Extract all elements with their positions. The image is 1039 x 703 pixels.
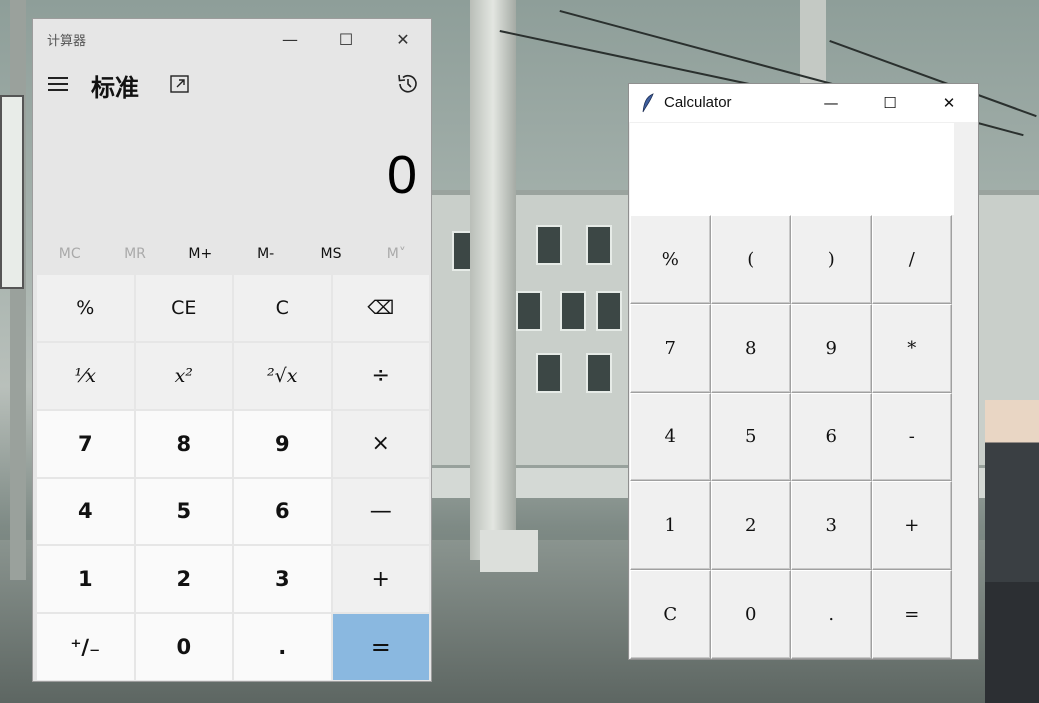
- close-button[interactable]: ✕: [375, 19, 431, 59]
- minimize-icon: —: [282, 29, 298, 49]
- digit-4-button[interactable]: 4: [37, 478, 134, 545]
- digit-3-button[interactable]: 3: [234, 546, 331, 613]
- decimal-button[interactable]: .: [234, 614, 331, 680]
- memory-row: MC MR M+ M- MS M˅: [37, 239, 429, 269]
- calculator-header: 标准: [33, 63, 431, 107]
- digit-6-button[interactable]: 6: [234, 478, 331, 545]
- digit-1-button[interactable]: 1: [37, 546, 134, 613]
- memory-button[interactable]: MS: [298, 239, 363, 269]
- clear-entry-button[interactable]: CE: [135, 275, 232, 341]
- digit-8-button[interactable]: 8: [710, 303, 791, 393]
- keep-on-top-icon[interactable]: [169, 73, 191, 95]
- digit-2-button[interactable]: 2: [135, 546, 232, 613]
- close-button[interactable]: ✕: [920, 84, 978, 122]
- reciprocal-button[interactable]: ¹⁄x: [37, 342, 134, 409]
- open-paren-button[interactable]: (: [710, 215, 791, 304]
- feather-icon: [642, 93, 654, 113]
- maximize-button[interactable]: ☐: [861, 84, 919, 122]
- divide-button[interactable]: ÷: [332, 342, 429, 409]
- divide-button[interactable]: /: [871, 215, 952, 304]
- windows-calculator-window: 计算器 — ☐ ✕ 标准 0 MC MR M+ M- MS M˅ % CE C ⌫ ¹⁄x x² ²√…: [32, 18, 432, 682]
- equals-button[interactable]: =: [332, 614, 429, 680]
- memory-button[interactable]: M+: [168, 239, 233, 269]
- square-root-button[interactable]: ²√x: [234, 342, 331, 409]
- percent-button[interactable]: %: [37, 275, 134, 341]
- digit-4-button[interactable]: 4: [630, 392, 711, 482]
- background-pole: [800, 0, 826, 83]
- maximize-button[interactable]: ☐: [318, 19, 374, 59]
- decimal-button[interactable]: .: [791, 570, 872, 659]
- clear-button[interactable]: C: [234, 275, 331, 341]
- keypad: %()/ 7 8 9 * 4 5 6- 1 2 3 + C 0. =: [630, 215, 952, 659]
- background-pole: [10, 0, 26, 580]
- building-window: [516, 291, 542, 331]
- digit-0-button[interactable]: 0: [710, 570, 791, 659]
- memory-button[interactable]: M˅: [364, 239, 429, 269]
- maximize-icon: ☐: [883, 94, 897, 112]
- keypad: % CE C ⌫ ¹⁄x x² ²√x ÷ 7 8 9 × 4 5 6— 1 2 3 + ⁺∕₋ 0. =: [37, 275, 429, 680]
- building-window: [560, 291, 586, 331]
- digit-9-button[interactable]: 9: [791, 303, 872, 393]
- background-person: [985, 400, 1039, 703]
- digit-0-button[interactable]: 0: [135, 614, 232, 680]
- backspace-button[interactable]: ⌫: [332, 275, 429, 341]
- mode-title: 标准: [91, 74, 139, 102]
- digit-6-button[interactable]: 6: [791, 392, 872, 482]
- digit-9-button[interactable]: 9: [234, 410, 331, 477]
- digit-2-button[interactable]: 2: [710, 481, 791, 571]
- digit-7-button[interactable]: 7: [37, 410, 134, 477]
- title-bar[interactable]: 计算器 — ☐ ✕: [33, 19, 431, 59]
- building-window: [536, 225, 562, 265]
- square-button[interactable]: x²: [135, 342, 232, 409]
- digit-5-button[interactable]: 5: [135, 478, 232, 545]
- memory-button[interactable]: MC: [37, 239, 102, 269]
- close-icon: ✕: [396, 29, 410, 49]
- percent-button[interactable]: %: [630, 215, 711, 304]
- digit-1-button[interactable]: 1: [630, 481, 711, 571]
- result-display: 0: [386, 145, 417, 205]
- equals-button[interactable]: =: [871, 570, 952, 659]
- memory-button[interactable]: MR: [102, 239, 167, 269]
- background-pole-base: [480, 530, 538, 572]
- building-window: [596, 291, 622, 331]
- memory-button[interactable]: M-: [233, 239, 298, 269]
- minus-button[interactable]: —: [332, 478, 429, 545]
- minimize-button[interactable]: —: [802, 84, 860, 122]
- background-pole: [470, 0, 516, 560]
- clear-button[interactable]: C: [630, 570, 711, 659]
- digit-8-button[interactable]: 8: [135, 410, 232, 477]
- building-window: [586, 353, 612, 393]
- plus-button[interactable]: +: [871, 481, 952, 571]
- maximize-icon: ☐: [338, 29, 354, 49]
- expression-entry[interactable]: [630, 123, 954, 215]
- tk-calculator-window: Calculator — ☐ ✕ %()/ 7 8 9 * 4 5 6- 1 2 3 + C 0. =: [628, 83, 979, 660]
- minimize-icon: —: [823, 94, 839, 112]
- background-street-sign: [0, 95, 24, 289]
- plus-button[interactable]: +: [332, 546, 429, 613]
- minimize-button[interactable]: —: [262, 19, 318, 59]
- multiply-button[interactable]: ×: [332, 410, 429, 477]
- digit-3-button[interactable]: 3: [791, 481, 872, 571]
- multiply-button[interactable]: *: [871, 303, 952, 393]
- history-icon[interactable]: [395, 71, 421, 97]
- close-paren-button[interactable]: ): [791, 215, 872, 304]
- hamburger-menu-icon[interactable]: [43, 69, 73, 99]
- building-window: [536, 353, 562, 393]
- window-title: 计算器: [47, 34, 87, 49]
- window-title: Calculator: [664, 94, 732, 111]
- building-window: [452, 231, 478, 271]
- close-icon: ✕: [942, 94, 956, 112]
- negate-button[interactable]: ⁺∕₋: [37, 614, 134, 680]
- digit-7-button[interactable]: 7: [630, 303, 711, 393]
- digit-5-button[interactable]: 5: [710, 392, 791, 482]
- building-window: [586, 225, 612, 265]
- title-bar[interactable]: Calculator — ☐ ✕: [629, 84, 978, 122]
- minus-button[interactable]: -: [871, 392, 952, 482]
